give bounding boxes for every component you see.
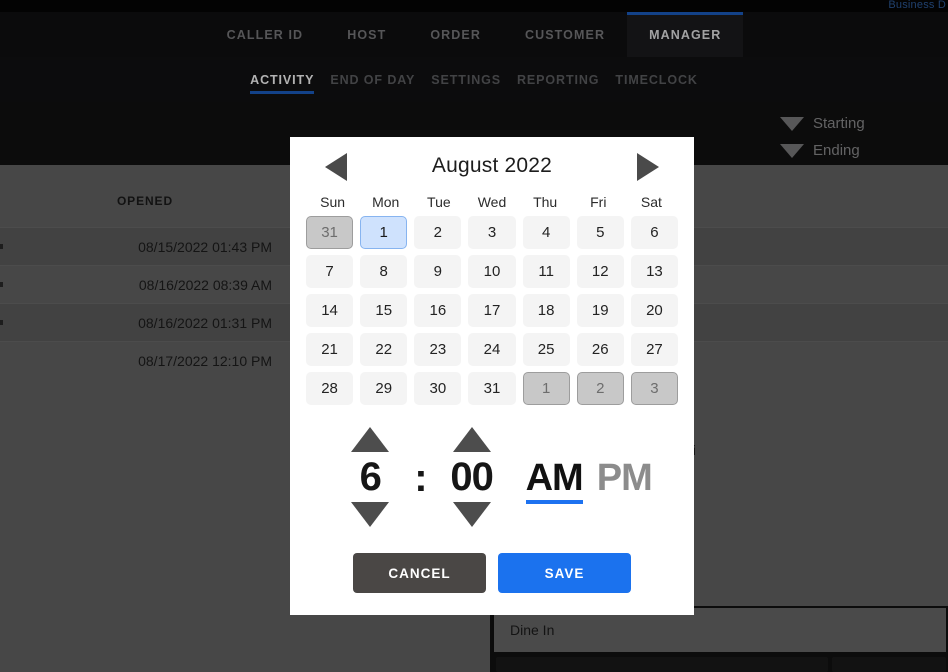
calendar-day[interactable]: 19: [576, 294, 624, 327]
weekday-thu: Thu: [533, 194, 558, 210]
calendar-day[interactable]: 6: [630, 216, 678, 249]
hour-increment-icon[interactable]: [351, 427, 390, 452]
calendar-day[interactable]: 10: [468, 255, 516, 288]
calendar-day[interactable]: 18: [522, 294, 570, 327]
dialog-actions: CANCEL SAVE: [290, 553, 694, 615]
calendar-day[interactable]: 1: [522, 372, 570, 405]
meridiem-selector: AM PM: [525, 456, 653, 504]
weekday-header: Sun Mon Tue Wed Thu Fri Sat: [290, 194, 694, 210]
hour-spinner: 6: [332, 427, 408, 527]
minute-value[interactable]: 00: [450, 455, 493, 499]
save-button[interactable]: SAVE: [498, 553, 631, 593]
time-picker: 6 : 00 AM PM: [290, 427, 694, 527]
hour-decrement-icon[interactable]: [351, 502, 390, 527]
calendar-day[interactable]: 31: [306, 216, 354, 249]
calendar-day[interactable]: 8: [360, 255, 408, 288]
calendar-day[interactable]: 21: [306, 333, 354, 366]
calendar-day[interactable]: 7: [306, 255, 354, 288]
calendar-day[interactable]: 12: [576, 255, 624, 288]
calendar-day[interactable]: 24: [468, 333, 516, 366]
weekday-wed: Wed: [477, 194, 507, 210]
calendar-day[interactable]: 2: [414, 216, 462, 249]
calendar-day[interactable]: 22: [360, 333, 408, 366]
calendar-day[interactable]: 28: [306, 372, 354, 405]
calendar-day[interactable]: 16: [414, 294, 462, 327]
weekday-tue: Tue: [427, 194, 451, 210]
calendar-header: August 2022: [290, 137, 694, 194]
time-separator: :: [414, 455, 428, 500]
calendar-grid: 31 1 2 3 4 5 6 7 8 9 10 11 12 13 14 15 16 17 18 19 20 21 22 23 2…: [290, 216, 694, 405]
hour-value[interactable]: 6: [360, 455, 382, 499]
triangle-right-icon[interactable]: [637, 153, 659, 181]
calendar-day[interactable]: 4: [522, 216, 570, 249]
calendar-day[interactable]: 26: [576, 333, 624, 366]
triangle-left-icon[interactable]: [325, 153, 347, 181]
weekday-sat: Sat: [640, 194, 662, 210]
calendar-day[interactable]: 14: [306, 294, 354, 327]
datetime-picker-dialog: August 2022 Sun Mon Tue Wed Thu Fri Sat …: [290, 137, 694, 615]
calendar-day[interactable]: 30: [414, 372, 462, 405]
calendar-day[interactable]: 3: [630, 372, 678, 405]
minute-increment-icon[interactable]: [452, 427, 491, 452]
calendar-day[interactable]: 17: [468, 294, 516, 327]
calendar-day[interactable]: 20: [630, 294, 678, 327]
calendar-day[interactable]: 9: [414, 255, 462, 288]
calendar-day[interactable]: 31: [468, 372, 516, 405]
meridiem-am[interactable]: AM: [525, 456, 584, 504]
calendar-day[interactable]: 5: [576, 216, 624, 249]
minute-spinner: 00: [434, 427, 510, 527]
cancel-button[interactable]: CANCEL: [353, 553, 486, 593]
minute-decrement-icon[interactable]: [452, 502, 491, 527]
weekday-fri: Fri: [590, 194, 607, 210]
weekday-sun: Sun: [320, 194, 346, 210]
calendar-day[interactable]: 25: [522, 333, 570, 366]
calendar-day[interactable]: 23: [414, 333, 462, 366]
calendar-day[interactable]: 15: [360, 294, 408, 327]
calendar-day[interactable]: 2: [576, 372, 624, 405]
calendar-day[interactable]: 3: [468, 216, 516, 249]
weekday-mon: Mon: [372, 194, 400, 210]
calendar-day[interactable]: 11: [522, 255, 570, 288]
calendar-day[interactable]: 29: [360, 372, 408, 405]
calendar-day[interactable]: 27: [630, 333, 678, 366]
calendar-month-title: August 2022: [431, 153, 553, 177]
calendar-day[interactable]: 1: [360, 216, 408, 249]
meridiem-pm[interactable]: PM: [597, 456, 653, 500]
calendar-day[interactable]: 13: [630, 255, 678, 288]
app-root: Business D CALLER ID HOST ORDER CUSTOMER…: [0, 0, 948, 672]
